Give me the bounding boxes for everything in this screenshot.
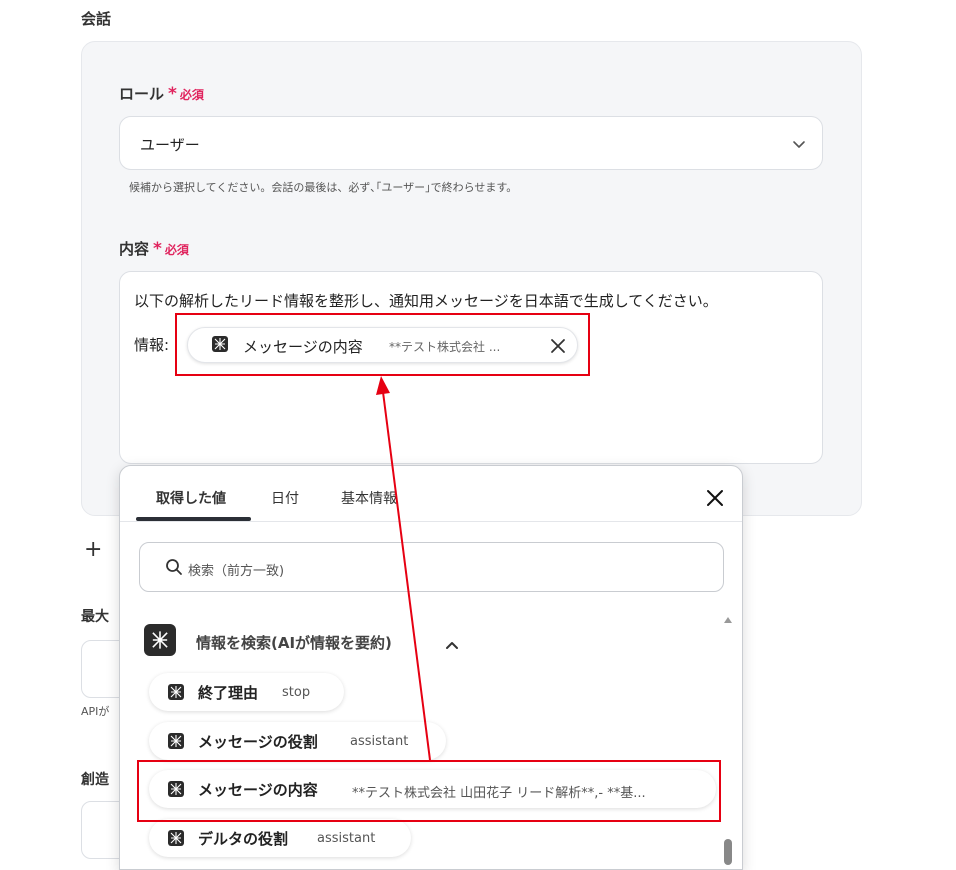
item-value: stop bbox=[282, 685, 311, 700]
search-placeholder: 検索（前方一致) bbox=[188, 564, 285, 579]
role-label: ロール * 必須 bbox=[119, 83, 204, 104]
scroll-up-icon[interactable] bbox=[724, 617, 732, 623]
role-label-text: ロール bbox=[119, 85, 165, 103]
max-hint: APIが bbox=[81, 705, 110, 718]
list-item-message-role[interactable]: メッセージの役割 assistant bbox=[149, 722, 446, 760]
list-item-delta-role[interactable]: デルタの役割 assistant bbox=[149, 819, 411, 857]
item-value: assistant bbox=[317, 831, 376, 846]
content-info-prefix: 情報: bbox=[134, 336, 170, 354]
ai-node-icon bbox=[168, 733, 184, 749]
ai-node-icon bbox=[168, 684, 184, 700]
item-name: デルタの役割 bbox=[198, 830, 289, 848]
highlight-box-item bbox=[137, 760, 721, 822]
content-text-line: 以下の解析したリード情報を整形し、通知用メッセージを日本語で生成してください。 bbox=[134, 292, 718, 310]
max-label: 最大 bbox=[81, 609, 109, 625]
group-title[interactable]: 情報を検索(AIが情報を要約) bbox=[196, 632, 392, 653]
chevron-up-icon[interactable] bbox=[443, 636, 461, 654]
item-name: メッセージの役割 bbox=[198, 733, 318, 751]
search-input[interactable]: 検索（前方一致) bbox=[139, 542, 724, 592]
add-message-icon[interactable]: + bbox=[84, 537, 102, 562]
chevron-down-icon bbox=[793, 141, 805, 148]
content-label: 内容 * 必須 bbox=[119, 238, 189, 259]
tabs-divider bbox=[120, 521, 742, 522]
scrollbar-thumb[interactable] bbox=[724, 839, 732, 865]
section-title: 会話 bbox=[81, 10, 112, 28]
tab-basic-info[interactable]: 基本情報 bbox=[341, 488, 397, 508]
content-label-text: 内容 bbox=[119, 240, 150, 258]
list-item-finish-reason[interactable]: 終了理由 stop bbox=[149, 673, 344, 711]
tab-acquired-values[interactable]: 取得した値 bbox=[156, 488, 226, 508]
item-name: 終了理由 bbox=[198, 684, 259, 702]
role-select-value: ユーザー bbox=[140, 136, 200, 154]
scrollbar[interactable] bbox=[720, 611, 736, 869]
search-icon bbox=[166, 559, 182, 575]
item-value: assistant bbox=[350, 734, 409, 749]
role-select[interactable]: ユーザー bbox=[119, 116, 823, 170]
role-hint: 候補から選択してください。会話の最後は、必ず､｢ユーザー｣で終わらせます。 bbox=[129, 181, 518, 194]
ai-node-icon bbox=[144, 624, 176, 656]
creativity-label: 創造 bbox=[81, 772, 109, 788]
tab-date[interactable]: 日付 bbox=[271, 488, 299, 508]
required-mark: * 必須 bbox=[168, 84, 204, 104]
required-mark: * 必須 bbox=[153, 239, 189, 259]
close-icon[interactable] bbox=[705, 488, 725, 508]
highlight-box-chip bbox=[175, 313, 590, 376]
ai-node-icon bbox=[168, 830, 184, 846]
